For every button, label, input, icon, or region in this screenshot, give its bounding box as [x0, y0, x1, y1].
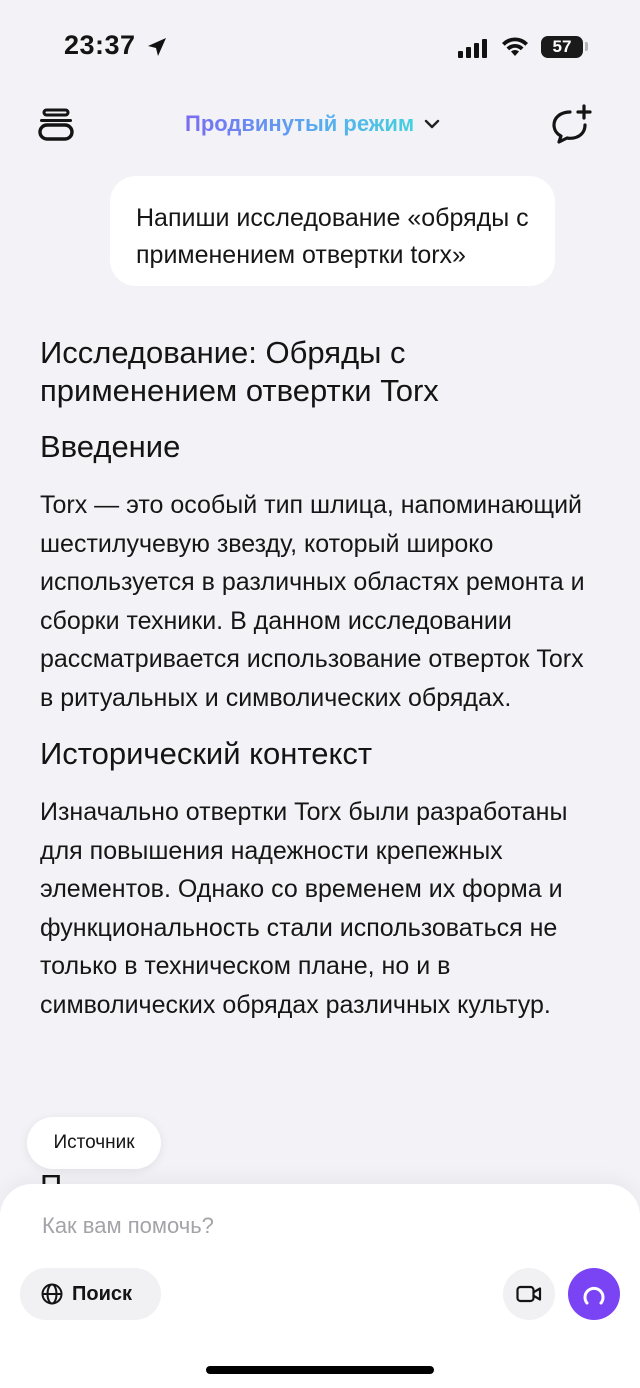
video-button[interactable] [503, 1268, 555, 1320]
status-time: 23:37 [64, 30, 136, 60]
wifi-icon [502, 37, 528, 56]
cellular-signal-icon [458, 39, 487, 58]
status-bar: 23:37 57 [0, 0, 640, 96]
globe-icon [41, 1283, 63, 1305]
mode-label: Продвинутый режим [185, 111, 415, 136]
search-label: Поиск [72, 1282, 133, 1305]
search-button[interactable]: Поиск [20, 1268, 161, 1320]
menu-icon[interactable] [36, 104, 76, 144]
section-text: Изначально отвертки Torx были разработан… [40, 798, 568, 1019]
composer: Поиск [0, 1184, 640, 1388]
user-message-bubble: Напиши исследование «обряды с применение… [110, 176, 555, 286]
location-arrow-icon [148, 38, 166, 56]
home-indicator [206, 1366, 434, 1374]
battery-icon: 57 [541, 36, 583, 58]
mode-selector[interactable]: Продвинутый режим [185, 108, 440, 140]
source-chip[interactable]: Источник [27, 1117, 161, 1169]
assistant-answer: Исследование: Обряды с применением отвер… [40, 334, 600, 1024]
answer-title: Исследование: Обряды с применением отвер… [40, 335, 439, 408]
section-heading: Исторический контекст [40, 736, 373, 771]
chevron-down-icon [424, 119, 440, 129]
new-chat-icon[interactable] [550, 104, 592, 146]
battery-cap [585, 42, 588, 51]
section-heading: Введение [40, 429, 181, 464]
message-input[interactable] [40, 1210, 564, 1242]
video-camera-icon [516, 1285, 542, 1303]
alice-voice-button[interactable] [568, 1268, 620, 1320]
alice-assistant-icon [583, 1286, 605, 1305]
section-text: Torx — это особый тип шлица, напоминающи… [40, 491, 585, 712]
